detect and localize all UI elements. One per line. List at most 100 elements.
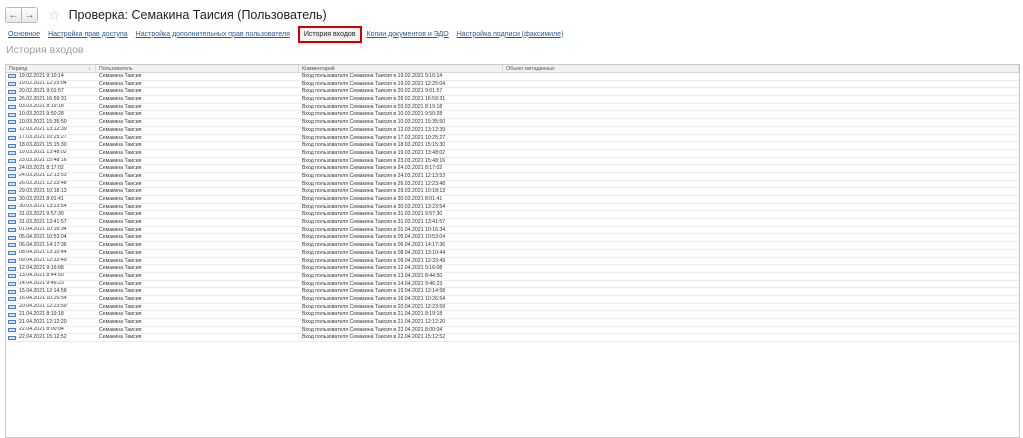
table-row[interactable]: 13.04.2021 8:44:50 Семакина Таисия Вход по… <box>6 273 1019 281</box>
table-row[interactable]: 22.04.2021 8:00:04 Семакина Таисия Вход по… <box>6 327 1019 335</box>
cell-comment: Вход пользователя Семакина Таисия в 19.0… <box>302 73 443 79</box>
cell-metadata-object <box>503 196 1019 203</box>
cell-user: Семакина Таисия <box>99 103 142 110</box>
cell-period: 23.03.2021 15:48:16 <box>6 158 96 165</box>
table-row[interactable]: 29.03.2021 10:18:13 Семакина Таисия Вход п… <box>6 188 1019 196</box>
cell-period: 13.04.2021 8:44:50 <box>6 273 96 280</box>
table-header: Период ↓ Пользователь Комментарий Объект… <box>6 65 1019 73</box>
cell-user: Семакина Таисия <box>99 226 142 233</box>
cell-user: Семакина Таисия <box>99 73 142 79</box>
tab-main[interactable]: Основное <box>8 31 40 38</box>
table-row[interactable]: 20.04.2021 12:23:59 Семакина Таисия Вход п… <box>6 304 1019 312</box>
table-row[interactable]: 05.04.2021 10:53:04 Семакина Таисия Вход п… <box>6 234 1019 243</box>
cell-metadata-object <box>503 319 1019 326</box>
record-icon <box>8 274 16 279</box>
login-history-table[interactable]: Период ↓ Пользователь Комментарий Объект… <box>5 64 1020 438</box>
table-row[interactable]: 03.03.2021 8:19:18 Семакина Таисия Вход по… <box>6 104 1019 112</box>
table-row[interactable]: 26.03.2021 12:23:48 Семакина Таисия Вход п… <box>6 181 1019 189</box>
cell-metadata-object <box>503 127 1019 134</box>
table-row[interactable]: 30.03.2021 13:23:54 Семакина Таисия Вход п… <box>6 204 1019 212</box>
cell-comment: Вход пользователя Семакина Таисия в 31.0… <box>302 211 443 218</box>
cell-metadata-object <box>503 288 1019 295</box>
table-row[interactable]: 06.04.2021 14:17:36 Семакина Таисия Вход п… <box>6 242 1019 250</box>
cell-period: 19.03.2021 13:48:02 <box>6 150 96 157</box>
cell-user: Семакина Таисия <box>99 249 142 256</box>
record-icon <box>8 289 16 294</box>
table-row[interactable]: 10.03.2021 15:35:50 Семакина Таисия Вход п… <box>6 119 1019 127</box>
table-row[interactable]: 20.02.2021 9:01:57 Семакина Таисия Вход по… <box>6 88 1019 97</box>
column-header-metadata-object[interactable]: Объект метаданных <box>503 65 1019 72</box>
column-header-comment[interactable]: Комментарий <box>299 65 503 72</box>
table-row[interactable]: 19.03.2021 13:48:02 Семакина Таисия Вход п… <box>6 150 1019 158</box>
table-row[interactable]: 17.03.2021 10:25:27 Семакина Таисия Вход п… <box>6 135 1019 143</box>
table-row[interactable]: 15.04.2021 12:14:58 Семакина Таисия Вход п… <box>6 288 1019 296</box>
record-icon <box>8 335 16 340</box>
cell-user: Семакина Таисия <box>99 242 142 249</box>
record-icon <box>8 304 16 309</box>
record-icon <box>8 297 16 302</box>
tab-additional-rights[interactable]: Настройка дополнительных прав пользовате… <box>136 31 290 38</box>
table-row[interactable]: 31.03.2021 9:57:30 Семакина Таисия Вход по… <box>6 211 1019 220</box>
table-row[interactable]: 10.03.2021 9:50:28 Семакина Таисия Вход по… <box>6 111 1019 120</box>
cell-comment: Вход пользователя Семакина Таисия в 22.0… <box>302 334 446 341</box>
cell-period: 31.03.2021 9:57:30 <box>6 211 96 218</box>
tab-access-rights[interactable]: Настройка прав доступа <box>48 31 128 38</box>
cell-metadata-object <box>503 304 1019 311</box>
column-header-user[interactable]: Пользователь <box>96 65 299 72</box>
table-row[interactable]: 19.02.2021 9:10:14 Семакина Таисия Вход по… <box>6 73 1019 81</box>
star-icon[interactable]: ☆ <box>48 8 61 22</box>
table-row[interactable]: 12.03.2021 13:12:39 Семакина Таисия Вход п… <box>6 127 1019 135</box>
cell-period: 26.02.2021 16:59:31 <box>6 96 96 103</box>
table-row[interactable]: 12.04.2021 9:16:08 Семакина Таисия Вход по… <box>6 265 1019 273</box>
table-row[interactable]: 30.03.2021 8:01:41 Семакина Таисия Вход по… <box>6 196 1019 204</box>
cell-metadata-object <box>503 311 1019 318</box>
cell-comment: Вход пользователя Семакина Таисия в 24.0… <box>302 165 443 172</box>
cell-user: Семакина Таисия <box>99 88 142 95</box>
cell-comment: Вход пользователя Семакина Таисия в 20.0… <box>302 88 443 95</box>
cell-period: 01.04.2021 10:16:34 <box>6 227 96 234</box>
forward-button[interactable]: → <box>21 7 38 23</box>
cell-metadata-object <box>503 119 1019 126</box>
cell-period: 17.03.2021 10:25:27 <box>6 135 96 142</box>
cell-comment: Вход пользователя Семакина Таисия в 13.0… <box>302 272 443 279</box>
table-row[interactable]: 14.04.2021 9:46:23 Семакина Таисия Вход по… <box>6 281 1019 289</box>
cell-metadata-object <box>503 96 1019 103</box>
table-row[interactable]: 01.04.2021 10:16:34 Семакина Таисия Вход п… <box>6 227 1019 235</box>
table-row[interactable]: 21.04.2021 12:12:20 Семакина Таисия Вход п… <box>6 319 1019 327</box>
cell-user: Семакина Таисия <box>99 234 142 241</box>
cell-metadata-object <box>503 281 1019 288</box>
table-row[interactable]: 24.03.2021 12:13:53 Семакина Таисия Вход п… <box>6 173 1019 181</box>
table-row[interactable]: 23.03.2021 15:48:16 Семакина Таисия Вход п… <box>6 158 1019 166</box>
cell-metadata-object <box>503 227 1019 234</box>
cell-metadata-object <box>503 135 1019 142</box>
column-header-period[interactable]: Период ↓ <box>6 65 96 72</box>
cell-user: Семакина Таисия <box>99 157 142 164</box>
cell-user: Семакина Таисия <box>99 180 142 187</box>
cell-metadata-object <box>503 81 1019 88</box>
table-row[interactable]: 16.04.2021 10:26:54 Семакина Таисия Вход п… <box>6 296 1019 304</box>
cell-user: Семакина Таисия <box>99 319 142 325</box>
table-row[interactable]: 18.03.2021 15:15:30 Семакина Таисия Вход п… <box>6 142 1019 150</box>
cell-user: Семакина Таисия <box>99 219 142 226</box>
table-row[interactable]: 08.04.2021 13:10:44 Семакина Таисия Вход п… <box>6 250 1019 258</box>
page-title: Проверка: Семакина Таисия (Пользователь) <box>68 8 327 22</box>
table-row[interactable]: 22.04.2021 15:12:52 Семакина Таисия Вход п… <box>6 334 1019 343</box>
table-row[interactable]: 26.02.2021 16:59:31 Семакина Таисия Вход п… <box>6 96 1019 104</box>
table-row[interactable]: 24.03.2021 8:17:02 Семакина Таисия Вход по… <box>6 165 1019 173</box>
cell-metadata-object <box>503 327 1019 334</box>
table-row[interactable]: 31.03.2021 13:41:57 Семакина Таисия Вход п… <box>6 219 1019 227</box>
record-icon <box>8 166 16 171</box>
record-icon <box>8 158 16 163</box>
cell-metadata-object <box>503 88 1019 95</box>
cell-user: Семакина Таисия <box>99 111 142 118</box>
record-icon <box>8 328 16 333</box>
record-icon <box>8 320 16 325</box>
tab-document-copies[interactable]: Копии документов и ЭДО <box>367 31 449 38</box>
record-icon <box>8 212 16 217</box>
table-row[interactable]: 19.02.2021 12:25:04 Семакина Таисия Вход п… <box>6 81 1019 89</box>
back-button[interactable]: ← <box>5 7 22 23</box>
tab-signature-settings[interactable]: Настройка подписи (факсимиле) <box>457 31 564 38</box>
tab-login-history[interactable]: История входов <box>297 25 362 43</box>
table-row[interactable]: 09.04.2021 12:33:49 Семакина Таисия Вход п… <box>6 258 1019 266</box>
table-row[interactable]: 21.04.2021 8:19:18 Семакина Таисия Вход по… <box>6 311 1019 319</box>
